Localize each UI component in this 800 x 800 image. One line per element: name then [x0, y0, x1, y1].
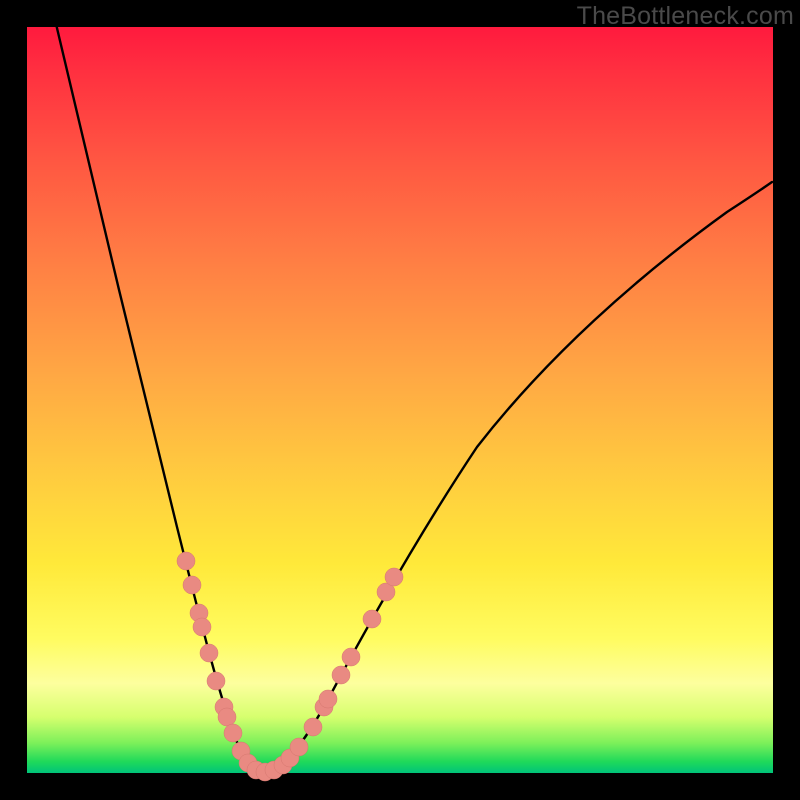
- marker-dot: [207, 672, 225, 690]
- marker-dot: [177, 552, 195, 570]
- chart-svg: [27, 27, 773, 773]
- marker-dot: [385, 568, 403, 586]
- marker-dot: [193, 618, 211, 636]
- bottleneck-curve: [52, 7, 772, 772]
- marker-dot: [363, 610, 381, 628]
- marker-dot: [183, 576, 201, 594]
- plot-area: [27, 27, 773, 773]
- marker-dot: [319, 690, 337, 708]
- marker-dot: [290, 738, 308, 756]
- marker-dot: [342, 648, 360, 666]
- marker-dot: [218, 708, 236, 726]
- marker-dot: [200, 644, 218, 662]
- marker-dot: [224, 724, 242, 742]
- marker-dot: [304, 718, 322, 736]
- chart-stage: TheBottleneck.com: [0, 0, 800, 800]
- marker-group: [177, 552, 403, 781]
- marker-dot: [332, 666, 350, 684]
